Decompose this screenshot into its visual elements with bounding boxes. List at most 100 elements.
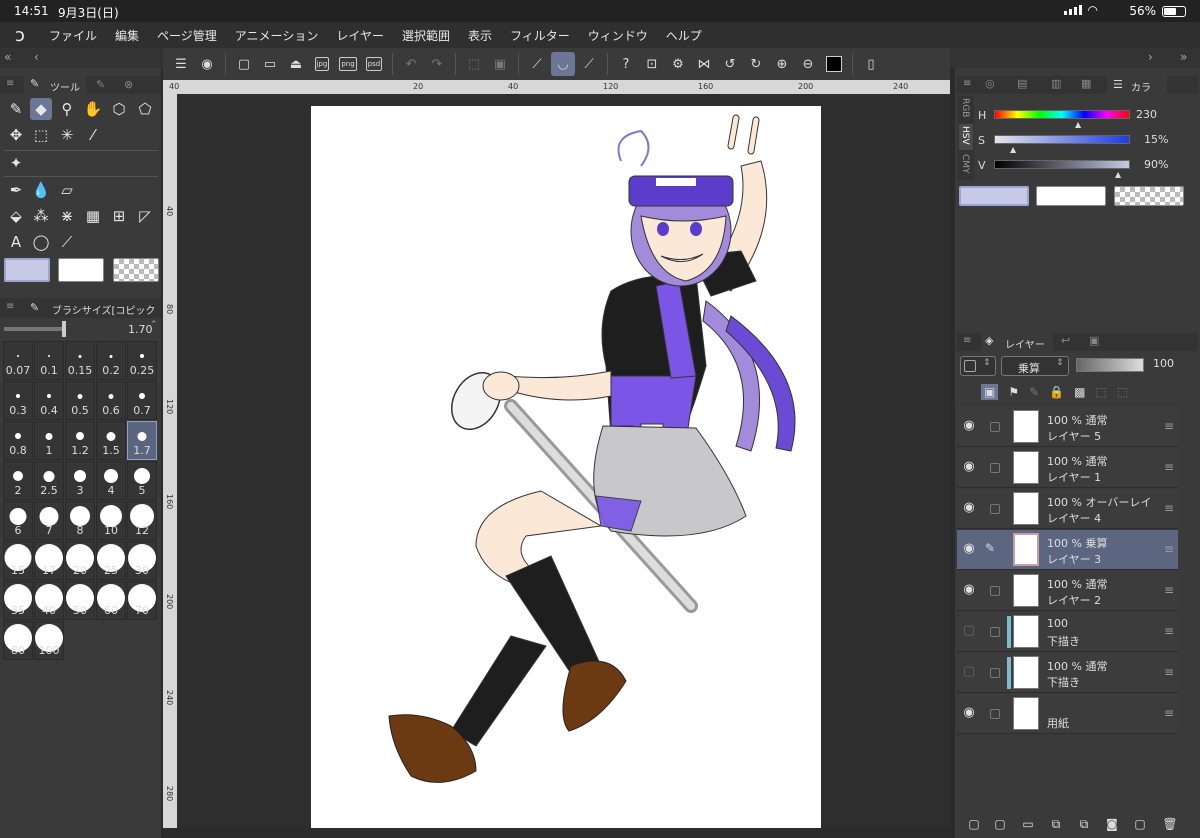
drag-handle-icon[interactable]: ≡ — [1164, 501, 1174, 515]
layer-row[interactable]: ◉ ✎ 100 % 乗算 レイヤー 3 ≡ — [957, 530, 1178, 570]
menu-edit[interactable]: 編集 — [106, 27, 148, 44]
lock-icon[interactable]: 🔒 — [1049, 385, 1064, 399]
clip-logo-icon[interactable]: ◉ — [195, 52, 219, 76]
app-logo-icon[interactable]: ↄ — [0, 22, 40, 48]
brush-size-cell[interactable]: 0.25 — [127, 341, 157, 380]
move-tool-icon[interactable]: ✥ — [5, 124, 27, 146]
layer-row[interactable]: ◉ 100 % 通常 レイヤー 1 ≡ — [957, 448, 1178, 488]
new-vector-layer-icon[interactable]: ▢ — [991, 817, 1009, 833]
drag-handle-icon[interactable]: ≡ — [1164, 542, 1174, 556]
layer-row[interactable]: ◉ 100 % 通常 レイヤー 5 ≡ — [957, 407, 1178, 447]
open-folder-icon[interactable]: ▭ — [258, 52, 282, 76]
brush-size-cell[interactable]: 4 — [96, 461, 126, 500]
mask-icon[interactable]: ⬚ — [1095, 385, 1106, 399]
saturation-slider[interactable] — [994, 135, 1130, 144]
drawing-canvas[interactable] — [311, 106, 821, 828]
drag-handle-icon[interactable]: ≡ — [1164, 665, 1174, 679]
brush-size-cell[interactable]: 5 — [127, 461, 157, 500]
brush-size-cell[interactable]: 10 — [96, 501, 126, 540]
device-icon[interactable]: ▯ — [859, 52, 883, 76]
save-cloud-icon[interactable]: ⏏ — [284, 52, 308, 76]
menu-view[interactable]: 表示 — [459, 27, 501, 44]
right-sub-color-swatch[interactable] — [1036, 186, 1106, 206]
sub-color-swatch[interactable] — [58, 258, 104, 282]
snap-special-icon[interactable]: ◡ — [551, 52, 575, 76]
eraser-tool-icon[interactable]: ◆ — [30, 98, 52, 120]
brush-size-cell[interactable]: 3 — [65, 461, 95, 500]
gradient-icon[interactable]: ▦ — [82, 205, 104, 227]
snap-ruler-icon[interactable]: ⟋ — [525, 52, 549, 76]
transparent-swatch[interactable] — [113, 258, 159, 282]
select-rect-icon[interactable]: ⬚ — [30, 124, 52, 146]
text-tool-icon[interactable]: A — [5, 231, 27, 253]
eye-icon[interactable]: ◉ — [961, 418, 977, 433]
transfer-icon[interactable]: ⧉ — [1047, 817, 1065, 833]
brush-size-cell[interactable]: 60 — [96, 581, 126, 620]
layer-row[interactable]: ▢ 100 % 通常 下描き ≡ — [957, 653, 1178, 693]
brush-size-cell[interactable]: 70 — [127, 581, 157, 620]
brush-size-cell[interactable]: 50 — [65, 581, 95, 620]
deselect-icon[interactable]: ⬚ — [462, 52, 486, 76]
menu-help[interactable]: ヘルプ — [657, 27, 711, 44]
bucket-icon[interactable]: ⬙ — [5, 205, 27, 227]
tab-rgb[interactable]: RGB — [960, 98, 970, 117]
brush-size-cell[interactable]: 0.6 — [96, 381, 126, 420]
clip-lower-icon[interactable]: ▣ — [981, 384, 999, 400]
balloon-icon[interactable]: ◯ — [30, 231, 52, 253]
brush-size-slider[interactable]: 1.70 ⌃ — [4, 320, 158, 338]
apply-mask-icon[interactable]: ▢ — [1131, 817, 1149, 833]
reference-icon[interactable]: ⚑ — [1008, 385, 1019, 399]
menu-file[interactable]: ファイル — [40, 27, 106, 44]
new-raster-layer-icon[interactable]: ▢ — [965, 817, 983, 833]
layer-row[interactable]: ◉ 用紙 ≡ — [957, 694, 1178, 734]
brush-size-cell[interactable]: 30 — [127, 541, 157, 580]
object-tool-icon[interactable]: ⬡ — [108, 98, 130, 120]
help-icon[interactable]: ? — [614, 52, 638, 76]
layer-check[interactable] — [990, 463, 1000, 473]
brush-size-cell[interactable]: 35 — [3, 581, 33, 620]
rotate-right-icon[interactable]: ↻ — [744, 52, 768, 76]
tab-history-icon[interactable]: ⊗ — [124, 78, 133, 91]
tab-intermediate-icon[interactable]: ▥ — [1051, 77, 1061, 90]
flip-horizontal-icon[interactable]: ⋈ — [692, 52, 716, 76]
hamburger-icon[interactable]: ☰ — [169, 52, 193, 76]
zoom-out-icon[interactable]: ⊖ — [796, 52, 820, 76]
stepper-icon[interactable]: ⌃ — [150, 320, 158, 330]
export-jpg-icon[interactable]: jpg — [310, 52, 334, 76]
airbrush-icon[interactable]: ⁂ — [30, 205, 52, 227]
opacity-slider[interactable] — [1076, 358, 1144, 372]
decoration-icon[interactable]: ⋇ — [56, 205, 78, 227]
brush-size-cell[interactable]: 0.15 — [65, 341, 95, 380]
draft-icon[interactable]: ✎ — [1029, 385, 1039, 399]
magic-wand-icon[interactable]: ✳ — [56, 124, 78, 146]
eye-hidden-icon[interactable]: ▢ — [961, 623, 977, 638]
eye-icon[interactable]: ◉ — [961, 705, 977, 720]
right-transparent-swatch[interactable] — [1114, 186, 1184, 206]
layer-row[interactable]: ▢ 100 下描き ≡ — [957, 612, 1178, 652]
lock-transparency-icon[interactable]: ▩ — [1074, 385, 1085, 399]
main-color-swatch[interactable] — [4, 258, 50, 282]
layer-row[interactable]: ◉ 100 % オーバーレイ レイヤー 4 ≡ — [957, 489, 1178, 529]
blend-mode-select[interactable]: 乗算 ⇕ — [1001, 356, 1069, 376]
layer-check[interactable] — [990, 627, 1000, 637]
brush-size-cell[interactable]: 1.2 — [65, 421, 95, 460]
brush-size-cell[interactable]: 80 — [3, 621, 33, 660]
selection-layer-icon[interactable]: ⊡ — [640, 52, 664, 76]
brush-size-cell[interactable]: 0.5 — [65, 381, 95, 420]
brush-size-cell[interactable]: 25 — [96, 541, 126, 580]
drag-handle-icon[interactable]: ≡ — [1164, 583, 1174, 597]
layer-check[interactable] — [990, 709, 1000, 719]
menu-selection[interactable]: 選択範囲 — [393, 27, 459, 44]
layer-check[interactable] — [990, 668, 1000, 678]
brush-size-cell[interactable]: 15 — [3, 541, 33, 580]
tab-color-slider[interactable]: ☰ カラ — [1107, 76, 1167, 94]
correct-line-icon[interactable]: ⟋ — [56, 231, 78, 253]
pen-icon[interactable]: ✒ — [5, 179, 27, 201]
drag-handle-icon[interactable]: ≡ — [1164, 624, 1174, 638]
brush-size-cell[interactable]: 1 — [34, 421, 64, 460]
brush-size-cell[interactable]: 20 — [65, 541, 95, 580]
eye-icon[interactable]: ◉ — [961, 459, 977, 474]
mask-create-icon[interactable]: ◙ — [1103, 817, 1121, 833]
tab-history-icon[interactable]: ▦ — [1081, 77, 1091, 90]
menu-window[interactable]: ウィンドウ — [579, 27, 657, 44]
